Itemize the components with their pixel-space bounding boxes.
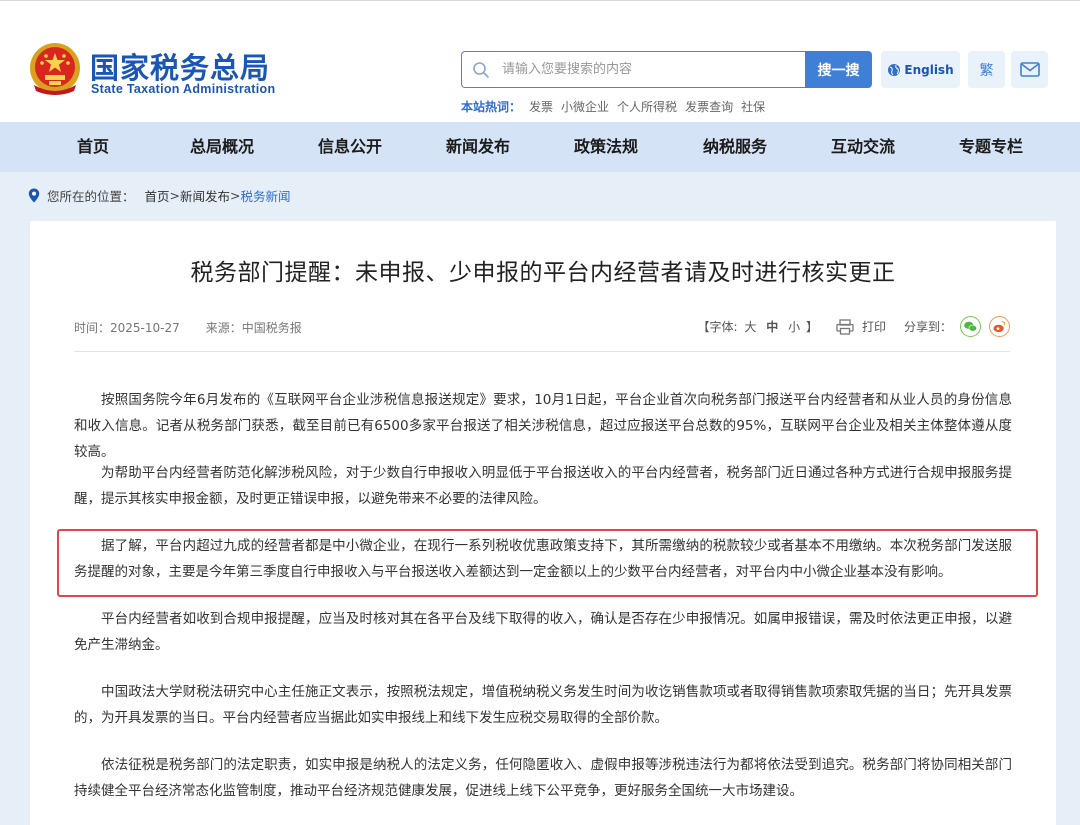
search-input[interactable]	[502, 52, 792, 87]
hot-word-link[interactable]: 发票查询	[685, 98, 733, 115]
publish-time: 时间：2025-10-27	[74, 321, 180, 335]
globe-icon	[888, 63, 901, 76]
nav-item-news[interactable]: 新闻发布	[428, 122, 528, 172]
breadcrumb-separator: >	[169, 188, 181, 203]
article-paragraph: 依法征税是税务部门的法定职责，如实申报是纳税人的法定义务，任何隐匿收入、虚假申报…	[74, 757, 1012, 799]
meta-divider	[74, 351, 1010, 352]
hot-word-link[interactable]: 发票	[529, 98, 553, 115]
breadcrumb-home[interactable]: 首页	[145, 186, 170, 205]
breadcrumb-prefix: 您所在的位置：	[47, 189, 135, 204]
location-pin-icon	[28, 188, 40, 203]
print-button[interactable]: 打印	[862, 318, 886, 335]
article-paragraph: 按照国务院今年6月发布的《互联网平台企业涉税信息报送规定》要求，10月1日起，平…	[74, 392, 1012, 460]
highlight-annotation-box	[57, 529, 1038, 597]
printer-icon[interactable]	[836, 318, 854, 335]
search-button[interactable]: 搜一搜	[805, 51, 872, 88]
site-header: 国家税务总局 State Taxation Administration 搜一搜…	[0, 0, 1080, 122]
article-title: 税务部门提醒：未申报、少申报的平台内经营者请及时进行核实更正	[190, 260, 896, 286]
mail-icon	[1019, 62, 1040, 77]
traditional-chinese-button[interactable]: 繁	[968, 51, 1005, 88]
hot-word-link[interactable]: 社保	[741, 98, 765, 115]
nav-item-policy[interactable]: 政策法规	[556, 122, 656, 172]
article-tools: 【字体: 大 中 小 】 打印 分享到：	[698, 316, 1010, 337]
breadcrumb: 您所在的位置： 首页 > 新闻发布 > 税务新闻	[28, 186, 291, 205]
breadcrumb-separator: >	[230, 188, 241, 203]
font-size-control: 【字体: 大 中 小 】	[698, 318, 818, 335]
font-size-close: 】	[805, 320, 818, 334]
hot-word-link[interactable]: 个人所得税	[617, 98, 677, 115]
share-label: 分享到：	[903, 320, 952, 334]
weibo-share-icon[interactable]	[989, 316, 1010, 337]
search-box	[461, 51, 807, 88]
breadcrumb-news[interactable]: 新闻发布	[180, 186, 230, 205]
nav-item-overview[interactable]: 总局概况	[172, 122, 272, 172]
font-small-button[interactable]: 小	[788, 320, 800, 334]
article-paragraph: 平台内经营者如收到合规申报提醒，应当及时核对其在各平台及线下取得的收入，确认是否…	[74, 611, 1012, 653]
font-size-open: 【字体:	[697, 320, 738, 334]
nav-item-information[interactable]: 信息公开	[300, 122, 400, 172]
article-paragraph: 中国政法大学财税法研究中心主任施正文表示，按照税法规定，增值税纳税义务发生时间为…	[74, 684, 1012, 726]
article-paragraph: 为帮助平台内经营者防范化解涉税风险，对于少数自行申报收入明显低于平台报送收入的平…	[74, 465, 1012, 507]
article-card: 税务部门提醒：未申报、少申报的平台内经营者请及时进行核实更正 时间：2025-1…	[30, 221, 1056, 825]
article-meta: 时间：2025-10-27 来源：中国税务报	[74, 319, 302, 336]
english-label: English	[904, 62, 954, 77]
breadcrumb-current[interactable]: 税务新闻	[241, 186, 291, 205]
font-large-button[interactable]: 大	[744, 320, 756, 334]
article-source: 来源：中国税务报	[205, 321, 302, 335]
mail-button[interactable]	[1011, 51, 1048, 88]
site-brand-cn[interactable]: 国家税务总局	[90, 45, 270, 87]
site-brand-en[interactable]: State Taxation Administration	[91, 82, 275, 96]
main-nav: 首页 总局概况 信息公开 新闻发布 政策法规 纳税服务 互动交流 专题专栏	[0, 122, 1080, 172]
font-medium-button[interactable]: 中	[766, 320, 778, 334]
hot-words-label: 本站热词：	[461, 100, 522, 114]
nav-item-interaction[interactable]: 互动交流	[813, 122, 913, 172]
nav-item-home[interactable]: 首页	[43, 122, 143, 172]
national-emblem-icon[interactable]	[28, 41, 82, 97]
english-language-button[interactable]: English	[881, 51, 960, 88]
hot-word-link[interactable]: 小微企业	[561, 98, 609, 115]
nav-item-tax-service[interactable]: 纳税服务	[685, 122, 785, 172]
hot-words: 本站热词： 发票 小微企业 个人所得税 发票查询 社保	[461, 98, 765, 115]
search-icon	[473, 62, 489, 78]
wechat-share-icon[interactable]	[960, 316, 981, 337]
nav-item-topics[interactable]: 专题专栏	[941, 122, 1041, 172]
